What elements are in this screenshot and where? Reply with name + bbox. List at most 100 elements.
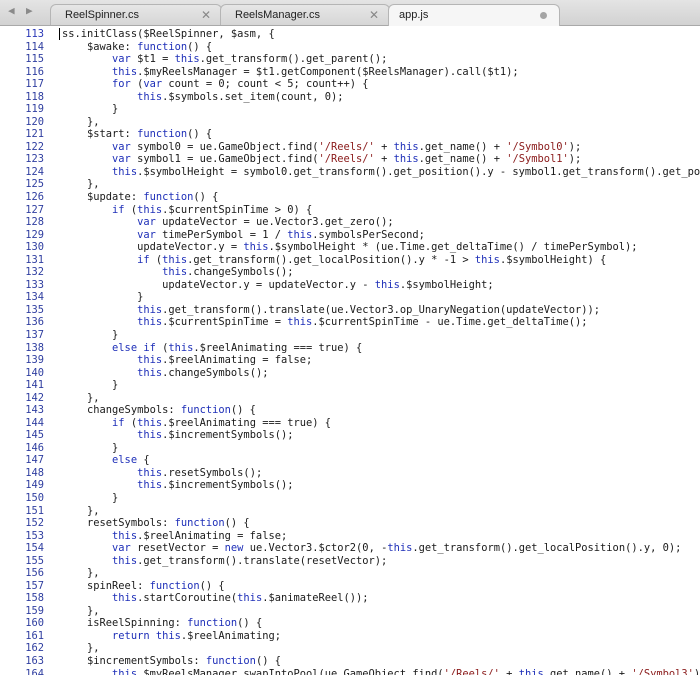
code-line[interactable]: 139 this.$reelAnimating = false;: [0, 354, 700, 367]
code-line[interactable]: 140 this.changeSymbols();: [0, 367, 700, 380]
line-number: 138: [25, 341, 44, 354]
code-line[interactable]: 122 var symbol0 = ue.GameObject.find('/R…: [0, 141, 700, 154]
code-line[interactable]: 117 for (var count = 0; count < 5; count…: [0, 78, 700, 91]
code-text: updateVector.y = updateVector.y - this.$…: [62, 278, 494, 291]
code-line[interactable]: 150 }: [0, 492, 700, 505]
code-text: },: [62, 567, 100, 580]
code-line[interactable]: 138 else if (this.$reelAnimating === tru…: [0, 342, 700, 355]
code-text: this.$currentSpinTime = this.$currentSpi…: [137, 316, 588, 329]
code-line[interactable]: 146 }: [0, 442, 700, 455]
line-number: 124: [25, 165, 44, 178]
code-line[interactable]: 120 },: [0, 116, 700, 129]
code-line[interactable]: 156 },: [0, 567, 700, 580]
line-number: 156: [25, 567, 44, 580]
code-text: var symbol1 = ue.GameObject.find('/Reels…: [112, 153, 582, 166]
line-number: 162: [25, 642, 44, 655]
line-number: 158: [25, 592, 44, 605]
code-text: var symbol0 = ue.GameObject.find('/Reels…: [112, 140, 582, 153]
tab-app-js[interactable]: app.js: [388, 4, 560, 26]
code-text: this.$myReelsManager = $t1.getComponent(…: [112, 65, 519, 78]
code-line[interactable]: 132 this.changeSymbols();: [0, 266, 700, 279]
line-number: 133: [25, 278, 44, 291]
code-line[interactable]: 113 ss.initClass($ReelSpinner, $asm, {: [0, 28, 700, 41]
line-number: 145: [25, 429, 44, 442]
code-line[interactable]: 149 this.$incrementSymbols();: [0, 479, 700, 492]
line-number: 131: [25, 253, 44, 266]
code-line[interactable]: 145 this.$incrementSymbols();: [0, 429, 700, 442]
code-line[interactable]: 160 isReelSpinning: function() {: [0, 617, 700, 630]
back-arrow-icon[interactable]: ◀: [8, 4, 15, 17]
tab-reelspinner[interactable]: ReelSpinner.cs ✕: [50, 4, 222, 25]
code-text: $awake: function() {: [62, 40, 213, 53]
code-line[interactable]: 137 }: [0, 329, 700, 342]
code-line[interactable]: 141 }: [0, 379, 700, 392]
code-line[interactable]: 161 return this.$reelAnimating;: [0, 630, 700, 643]
code-text: else if (this.$reelAnimating === true) {: [112, 341, 363, 354]
line-number: 153: [25, 529, 44, 542]
code-text: },: [62, 115, 100, 128]
code-line[interactable]: 136 this.$currentSpinTime = this.$curren…: [0, 316, 700, 329]
code-line[interactable]: 129 var timePerSymbol = 1 / this.symbols…: [0, 229, 700, 242]
line-number: 157: [25, 579, 44, 592]
line-number: 146: [25, 441, 44, 454]
code-line[interactable]: 123 var symbol1 = ue.GameObject.find('/R…: [0, 153, 700, 166]
tab-reelsmanager[interactable]: ReelsManager.cs ✕: [220, 4, 390, 25]
code-line[interactable]: 147 else {: [0, 454, 700, 467]
code-line[interactable]: 162 },: [0, 642, 700, 655]
code-line[interactable]: 115 var $t1 = this.get_transform().get_p…: [0, 53, 700, 66]
line-number: 123: [25, 153, 44, 166]
code-text: updateVector.y = this.$symbolHeight * (u…: [62, 241, 638, 254]
line-number: 154: [25, 542, 44, 555]
code-text: for (var count = 0; count < 5; count++) …: [112, 78, 369, 91]
line-number: 143: [25, 404, 44, 417]
code-line[interactable]: 119 }: [0, 103, 700, 116]
close-icon[interactable]: ✕: [369, 8, 379, 22]
code-line[interactable]: 164 this.$myReelsManager.swapIntoPool(ue…: [0, 668, 700, 675]
code-line[interactable]: 133 updateVector.y = updateVector.y - th…: [0, 279, 700, 292]
code-text: $start: function() {: [62, 128, 213, 141]
line-number: 140: [25, 366, 44, 379]
line-number: 129: [25, 228, 44, 241]
code-text: spinReel: function() {: [62, 579, 225, 592]
line-number: 142: [25, 391, 44, 404]
code-line[interactable]: 124 this.$symbolHeight = symbol0.get_tra…: [0, 166, 700, 179]
code-line[interactable]: 125 },: [0, 178, 700, 191]
code-line[interactable]: 143 changeSymbols: function() {: [0, 404, 700, 417]
code-line[interactable]: 114 $awake: function() {: [0, 41, 700, 54]
code-line[interactable]: 128 var updateVector = ue.Vector3.get_ze…: [0, 216, 700, 229]
code-line[interactable]: 152 resetSymbols: function() {: [0, 517, 700, 530]
code-text: var timePerSymbol = 1 / this.symbolsPerS…: [137, 228, 425, 241]
code-text: if (this.$currentSpinTime > 0) {: [112, 203, 313, 216]
code-line[interactable]: 118 this.$symbols.set_item(count, 0);: [0, 91, 700, 104]
forward-arrow-icon[interactable]: ▶: [26, 4, 33, 17]
unsaved-dot-icon[interactable]: [540, 12, 547, 19]
code-line[interactable]: 144 if (this.$reelAnimating === true) {: [0, 417, 700, 430]
code-line[interactable]: 131 if (this.get_transform().get_localPo…: [0, 254, 700, 267]
line-number: 152: [25, 517, 44, 530]
code-line[interactable]: 142 },: [0, 392, 700, 405]
code-line[interactable]: 155 this.get_transform().translate(reset…: [0, 555, 700, 568]
code-line[interactable]: 116 this.$myReelsManager = $t1.getCompon…: [0, 66, 700, 79]
code-line[interactable]: 157 spinReel: function() {: [0, 580, 700, 593]
code-line[interactable]: 154 var resetVector = new ue.Vector3.$ct…: [0, 542, 700, 555]
code-line[interactable]: 126 $update: function() {: [0, 191, 700, 204]
line-number: 130: [25, 241, 44, 254]
code-line[interactable]: 159 },: [0, 605, 700, 618]
code-editor[interactable]: 113 ss.initClass($ReelSpinner, $asm, {114…: [0, 26, 700, 675]
code-text: var resetVector = new ue.Vector3.$ctor2(…: [112, 542, 682, 555]
code-line[interactable]: 151 },: [0, 505, 700, 518]
code-line[interactable]: 121 $start: function() {: [0, 128, 700, 141]
code-line[interactable]: 158 this.startCoroutine(this.$animateRee…: [0, 592, 700, 605]
code-text: this.$incrementSymbols();: [137, 429, 294, 442]
line-number: 122: [25, 140, 44, 153]
close-icon[interactable]: ✕: [201, 8, 211, 22]
code-line[interactable]: 148 this.resetSymbols();: [0, 467, 700, 480]
code-line[interactable]: 127 if (this.$currentSpinTime > 0) {: [0, 204, 700, 217]
code-line[interactable]: 153 this.$reelAnimating = false;: [0, 530, 700, 543]
code-line[interactable]: 135 this.get_transform().translate(ue.Ve…: [0, 304, 700, 317]
line-number: 139: [25, 354, 44, 367]
code-line[interactable]: 134 }: [0, 291, 700, 304]
code-line[interactable]: 130 updateVector.y = this.$symbolHeight …: [0, 241, 700, 254]
line-number: 159: [25, 604, 44, 617]
code-line[interactable]: 163 $incrementSymbols: function() {: [0, 655, 700, 668]
